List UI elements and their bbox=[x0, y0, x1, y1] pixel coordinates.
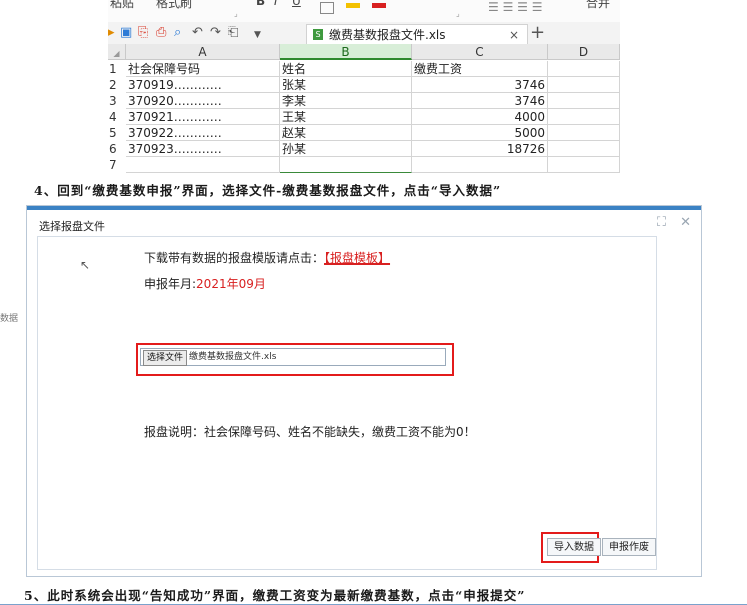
cell-b[interactable]: 王某 bbox=[280, 109, 412, 125]
period-value: 2021年09月 bbox=[196, 277, 266, 291]
period-label: 申报年月: bbox=[144, 277, 197, 291]
align-icon[interactable]: ☰ ☰ ☰ ☰ bbox=[488, 0, 542, 14]
row-header[interactable]: 1 bbox=[108, 61, 126, 77]
cell-c[interactable]: 5000 bbox=[412, 125, 548, 141]
cell-b[interactable]: 赵某 bbox=[280, 125, 412, 141]
quick-access-toolbar: ▸ ▣ ⎘ ⎙ ⌕ ↶ ↷ ⎗ ▼ S 缴费基数报盘文件.xls × + bbox=[108, 22, 620, 45]
cell-c[interactable]: 3746 bbox=[412, 77, 548, 93]
mouse-cursor-icon: ↖ bbox=[80, 258, 91, 272]
excel-file-icon: S bbox=[313, 29, 323, 40]
cell-a[interactable]: 370920………… bbox=[126, 93, 280, 109]
file-tab[interactable]: S 缴费基数报盘文件.xls × bbox=[306, 24, 528, 45]
cell-a[interactable]: 社会保障号码 bbox=[126, 61, 280, 77]
row-header[interactable]: 6 bbox=[108, 141, 126, 157]
dialog-controls: ⛶ ✕ bbox=[657, 215, 691, 230]
column-header-b[interactable]: B bbox=[280, 44, 412, 60]
void-declaration-button[interactable]: 申报作废 bbox=[602, 538, 656, 556]
cell-d[interactable] bbox=[548, 77, 620, 93]
ribbon-group-mark: ⌟ bbox=[456, 9, 460, 18]
declare-period: 申报年月:2021年09月 bbox=[144, 275, 266, 292]
cell-a[interactable]: 370919………… bbox=[126, 77, 280, 93]
row-header[interactable]: 4 bbox=[108, 109, 126, 125]
selected-file-name: 缴费基数报盘文件.xls bbox=[189, 352, 277, 362]
cell-d[interactable] bbox=[548, 125, 620, 141]
font-color-icon[interactable] bbox=[372, 3, 386, 8]
ribbon-group-mark: ⌟ bbox=[234, 9, 238, 18]
ribbon-bold[interactable]: B bbox=[256, 0, 265, 8]
border-icon[interactable] bbox=[320, 2, 334, 14]
cell-c[interactable]: 18726 bbox=[412, 141, 548, 157]
print-icon[interactable]: ⎙ bbox=[156, 25, 166, 41]
export-pdf-icon[interactable]: ⎘ bbox=[138, 25, 148, 41]
column-header-c[interactable]: C bbox=[412, 44, 548, 60]
cell-d[interactable] bbox=[548, 93, 620, 109]
close-tab-icon[interactable]: × bbox=[509, 25, 519, 45]
cell-b[interactable]: 姓名 bbox=[280, 61, 412, 77]
ribbon-format-painter[interactable]: 格式刷 bbox=[156, 0, 192, 11]
menu-arrow-icon[interactable]: ▸ bbox=[108, 25, 115, 41]
step-4-instruction: 4、回到“缴费基数申报”界面，选择文件-缴费基数报盘文件，点击“导入数据” bbox=[34, 183, 502, 198]
ribbon-italic[interactable]: I bbox=[274, 0, 278, 8]
select-all-corner[interactable]: ◢ bbox=[108, 44, 126, 60]
cell-d[interactable] bbox=[548, 109, 620, 125]
cell-a[interactable]: 370923………… bbox=[126, 141, 280, 157]
cell-b[interactable] bbox=[280, 157, 412, 173]
download-text: 下载带有数据的报盘模版请点击： bbox=[144, 251, 325, 265]
choose-file-button[interactable]: 选择文件 bbox=[143, 350, 188, 366]
new-file-icon[interactable]: ⎗ bbox=[228, 25, 238, 41]
ribbon-paste[interactable]: 粘贴 bbox=[110, 0, 134, 11]
cell-a[interactable] bbox=[126, 157, 280, 173]
ribbon-toolbar: 粘贴 格式刷 ⌟ B I U ⌟ ☰ ☰ ☰ ☰ 合并 bbox=[108, 0, 620, 23]
dialog-body bbox=[37, 236, 657, 570]
cell-c[interactable]: 4000 bbox=[412, 109, 548, 125]
dialog-accent-bar bbox=[27, 206, 701, 210]
cell-a[interactable]: 370922………… bbox=[126, 125, 280, 141]
import-data-button[interactable]: 导入数据 bbox=[547, 538, 601, 556]
cell-b[interactable]: 孙某 bbox=[280, 141, 412, 157]
template-download-link[interactable]: 【报盘模板】 bbox=[324, 251, 390, 265]
new-tab-icon[interactable]: + bbox=[530, 22, 545, 44]
background-label: 数据 bbox=[0, 314, 19, 324]
row-header[interactable]: 3 bbox=[108, 93, 126, 109]
file-input[interactable]: 选择文件 缴费基数报盘文件.xls bbox=[140, 348, 446, 366]
dropdown-icon[interactable]: ▼ bbox=[254, 27, 261, 43]
save-icon[interactable]: ▣ bbox=[120, 25, 132, 41]
cell-a[interactable]: 370921………… bbox=[126, 109, 280, 125]
cell-b[interactable]: 张某 bbox=[280, 77, 412, 93]
column-header-d[interactable]: D bbox=[548, 44, 620, 60]
undo-icon[interactable]: ↶ bbox=[192, 25, 203, 41]
redo-icon[interactable]: ↷ bbox=[210, 25, 221, 41]
cell-d[interactable] bbox=[548, 157, 620, 173]
download-hint: 下载带有数据的报盘模版请点击：【报盘模板】 bbox=[144, 249, 390, 266]
cell-b[interactable]: 李某 bbox=[280, 93, 412, 109]
row-header[interactable]: 2 bbox=[108, 77, 126, 93]
ribbon-merge[interactable]: 合并 bbox=[586, 0, 610, 11]
file-tab-label: 缴费基数报盘文件.xls bbox=[329, 28, 446, 42]
upload-note: 报盘说明：社会保障号码、姓名不能缺失，缴费工资不能为0！ bbox=[144, 425, 476, 439]
cell-d[interactable] bbox=[548, 61, 620, 77]
cell-c[interactable]: 缴费工资 bbox=[412, 61, 548, 77]
step-5-instruction: 5、此时系统会出现“告知成功”界面，缴费工资变为最新缴费基数，点击“申报提交” bbox=[24, 588, 526, 603]
close-icon[interactable]: ✕ bbox=[680, 215, 691, 230]
ribbon-underline[interactable]: U bbox=[292, 0, 301, 8]
column-header-a[interactable]: A bbox=[126, 44, 280, 60]
cell-c[interactable]: 3746 bbox=[412, 93, 548, 109]
maximize-icon[interactable]: ⛶ bbox=[657, 215, 666, 230]
row-header[interactable]: 5 bbox=[108, 125, 126, 141]
dialog-title: 选择报盘文件 bbox=[39, 220, 105, 233]
print-preview-icon[interactable]: ⌕ bbox=[174, 25, 181, 41]
fill-color-icon[interactable] bbox=[346, 3, 360, 8]
row-header[interactable]: 7 bbox=[108, 157, 126, 173]
cell-d[interactable] bbox=[548, 141, 620, 157]
cell-c[interactable] bbox=[412, 157, 548, 173]
